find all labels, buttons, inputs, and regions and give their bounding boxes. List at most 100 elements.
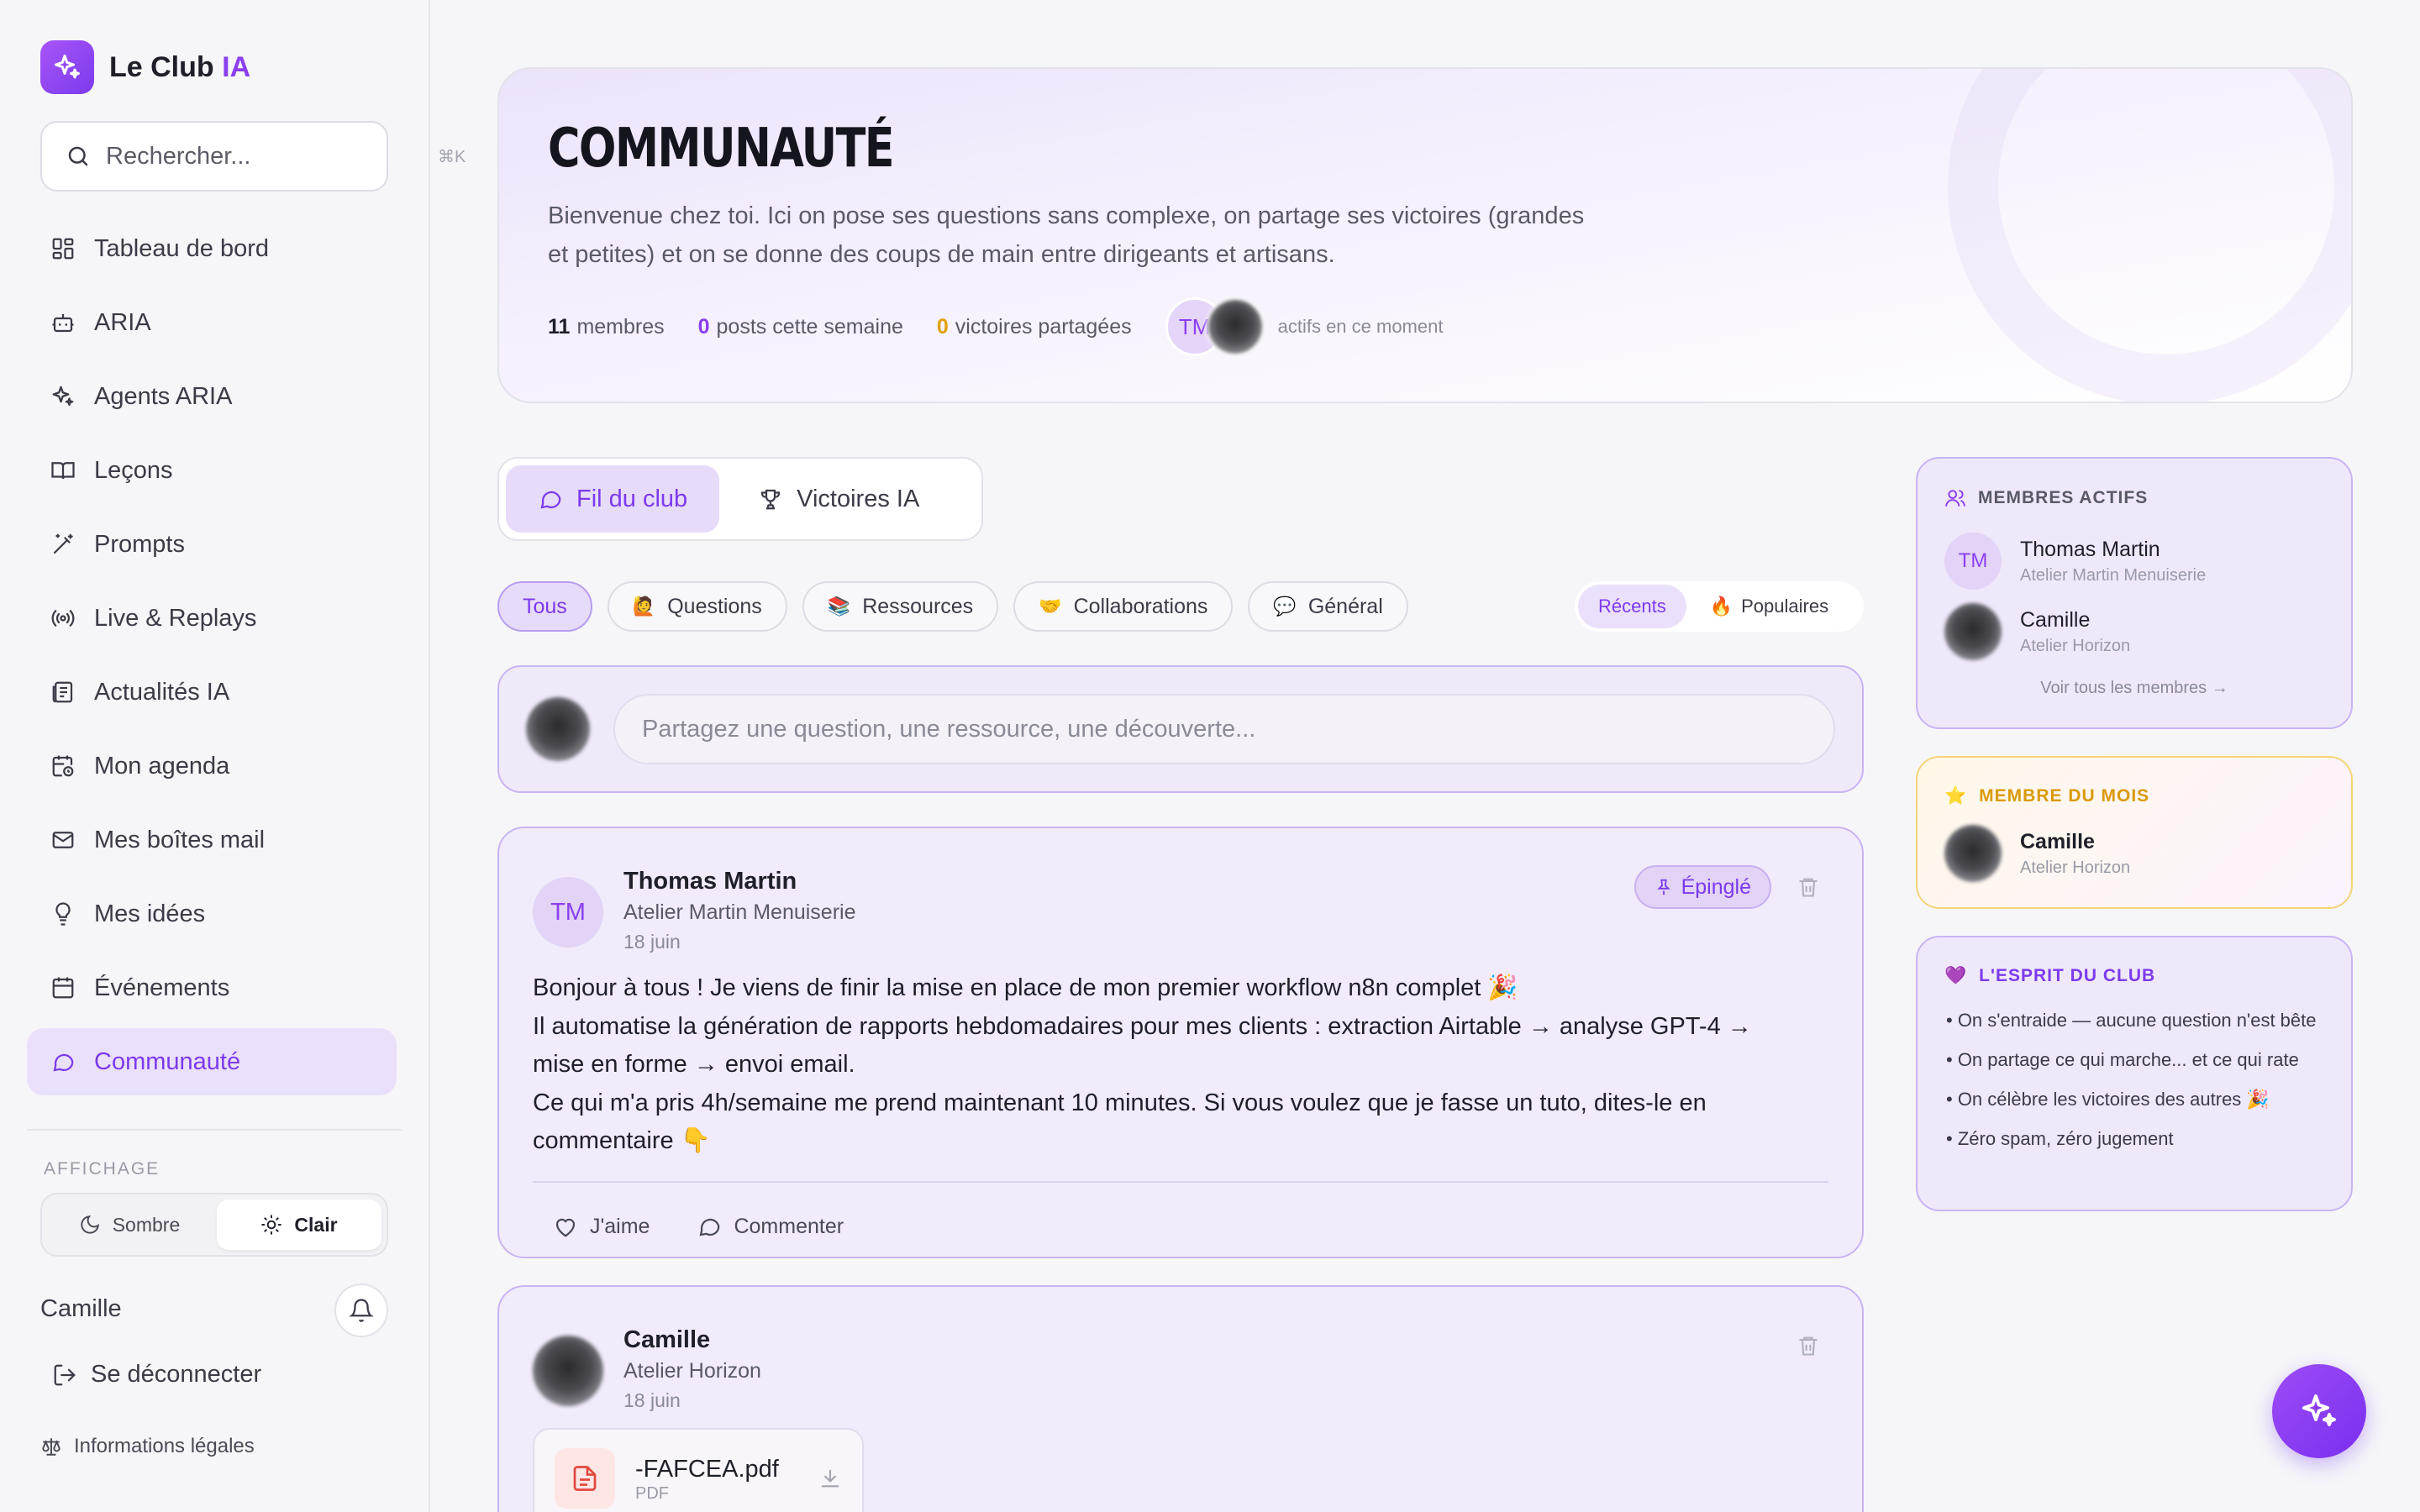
users-icon — [1944, 487, 1966, 509]
nav-label: Communauté — [94, 1047, 241, 1075]
aria-assistant-button[interactable] — [2272, 1364, 2366, 1458]
author-name[interactable]: Thomas Martin — [623, 865, 856, 897]
legal-link[interactable]: Informations légales — [40, 1435, 255, 1458]
brand[interactable]: Le Club IA — [40, 40, 250, 94]
tab-label: Victoires IA — [797, 485, 920, 512]
divider — [27, 1129, 402, 1131]
nav-label: Mes idées — [94, 900, 206, 927]
decorative-ring — [1948, 69, 2351, 402]
avatar — [1944, 825, 2002, 882]
nav-label: ARIA — [94, 308, 151, 336]
theme-light-button[interactable]: Clair — [217, 1200, 381, 1250]
tab-fil-du-club[interactable]: Fil du club — [506, 465, 720, 533]
sort-recent-button[interactable]: Récents — [1578, 585, 1686, 628]
search-icon — [66, 144, 91, 169]
filter-tous[interactable]: Tous — [497, 581, 592, 632]
current-user-name: Camille — [40, 1295, 122, 1322]
post-date: 18 juin — [623, 931, 681, 953]
tab-victoires-ia[interactable]: Victoires IA — [726, 465, 951, 533]
search-input[interactable] — [106, 142, 423, 171]
avatar: TM — [1944, 533, 2002, 590]
chat-bubble-icon — [697, 1214, 722, 1239]
trash-icon — [1797, 1334, 1820, 1357]
sort-popular-button[interactable]: 🔥 Populaires — [1690, 585, 1849, 628]
nav-item-aria[interactable]: ARIA — [27, 289, 397, 356]
nav-label: Mes boîtes mail — [94, 826, 266, 853]
notifications-button[interactable] — [334, 1284, 388, 1337]
nav-item-agents-aria[interactable]: Agents ARIA — [27, 363, 397, 430]
nav-item-agenda[interactable]: Mon agenda — [27, 732, 397, 800]
page-title: COMMUNAUTÉ — [548, 118, 895, 180]
nav-item-mail[interactable]: Mes boîtes mail — [27, 806, 397, 874]
nav-label: Mon agenda — [94, 752, 230, 780]
card-title: 💜 L'ESPRIT DU CLUB — [1944, 966, 2156, 985]
avatar — [1944, 603, 2002, 660]
member-item[interactable]: TM Thomas Martin Atelier Martin Menuiser… — [1944, 533, 2206, 590]
like-button[interactable]: J'aime — [553, 1193, 650, 1260]
theme-dark-label: Sombre — [112, 1213, 181, 1236]
lightbulb-icon — [50, 901, 76, 927]
delete-post-button[interactable] — [1797, 1334, 1820, 1357]
list-item: • Zéro spam, zéro jugement — [1946, 1128, 2174, 1149]
see-all-members-link[interactable]: Voir tous les membres → — [1918, 679, 2351, 698]
active-label: actifs en ce moment — [1277, 316, 1444, 337]
nav-label: Actualités IA — [94, 678, 230, 706]
file-attachment[interactable]: -FAFCEA.pdf PDF — [533, 1428, 864, 1512]
dashboard-icon — [50, 236, 76, 261]
newspaper-icon — [50, 680, 76, 705]
scale-icon — [40, 1436, 62, 1457]
avatar — [533, 1336, 603, 1406]
search-box[interactable]: ⌘K — [40, 121, 466, 192]
filter-ressources[interactable]: 📚 Ressources — [802, 581, 999, 632]
post-composer — [497, 665, 1864, 793]
composer-input[interactable] — [613, 694, 1835, 764]
nav-item-prompts[interactable]: Prompts — [27, 511, 397, 578]
delete-post-button[interactable] — [1797, 875, 1820, 899]
calendar-icon — [50, 975, 76, 1000]
mail-icon — [50, 827, 76, 853]
sparkles-icon — [40, 40, 94, 94]
tab-label: Fil du club — [576, 485, 688, 512]
nav-item-dashboard[interactable]: Tableau de bord — [27, 215, 397, 282]
post-actions: J'aime Commenter — [553, 1193, 844, 1260]
filter-general[interactable]: 💬 Général — [1248, 581, 1408, 632]
avatar — [526, 697, 590, 761]
nav-item-idees[interactable]: Mes idées — [27, 880, 397, 948]
member-org: Atelier Martin Menuiserie — [2020, 566, 2207, 585]
sun-icon — [260, 1214, 282, 1236]
author-name[interactable]: Camille — [623, 1324, 761, 1356]
author-org: Atelier Martin Menuiserie — [623, 900, 856, 924]
member-org: Atelier Horizon — [2020, 858, 2131, 877]
nav-item-communaute[interactable]: Communauté — [27, 1028, 397, 1095]
theme-toggle: Sombre Clair — [40, 1193, 388, 1257]
download-icon[interactable] — [818, 1467, 842, 1490]
card-title: MEMBRES ACTIFS — [1944, 487, 2148, 509]
file-type: PDF — [635, 1483, 669, 1503]
member-item[interactable]: Camille Atelier Horizon — [1944, 603, 2130, 660]
member-item[interactable]: Camille Atelier Horizon — [1944, 825, 2130, 882]
logout-label: Se déconnecter — [91, 1361, 262, 1388]
nav-label: Agents ARIA — [94, 382, 233, 410]
display-label: AFFICHAGE — [44, 1159, 160, 1179]
filter-collaborations[interactable]: 🤝 Collaborations — [1013, 581, 1234, 632]
feed-tabs: Fil du club Victoires IA — [497, 457, 983, 541]
active-avatars: TM — [1165, 297, 1265, 356]
sort-toggle: Récents 🔥 Populaires — [1575, 581, 1864, 632]
nav-label: Live & Replays — [94, 604, 257, 632]
nav-item-evenements[interactable]: Événements — [27, 954, 397, 1021]
avatar: TM — [533, 877, 603, 948]
book-icon — [50, 458, 76, 483]
nav-item-lecons[interactable]: Leçons — [27, 437, 397, 504]
nav-item-actualites[interactable]: Actualités IA — [27, 659, 397, 726]
author-org: Atelier Horizon — [623, 1359, 761, 1383]
filter-questions[interactable]: 🙋 Questions — [607, 581, 787, 632]
comment-button[interactable]: Commenter — [697, 1193, 844, 1260]
bell-icon — [349, 1298, 374, 1323]
nav-label: Tableau de bord — [94, 234, 269, 262]
heart-icon: 💜 — [1944, 966, 1968, 985]
theme-dark-button[interactable]: Sombre — [47, 1200, 212, 1250]
nav-item-live-replays[interactable]: Live & Replays — [27, 585, 397, 652]
sidebar: Le Club IA ⌘K Tableau de bord ARIA Agent… — [0, 0, 466, 1512]
logout-button[interactable]: Se déconnecter — [52, 1361, 261, 1389]
member-name: Camille — [2020, 608, 2091, 632]
